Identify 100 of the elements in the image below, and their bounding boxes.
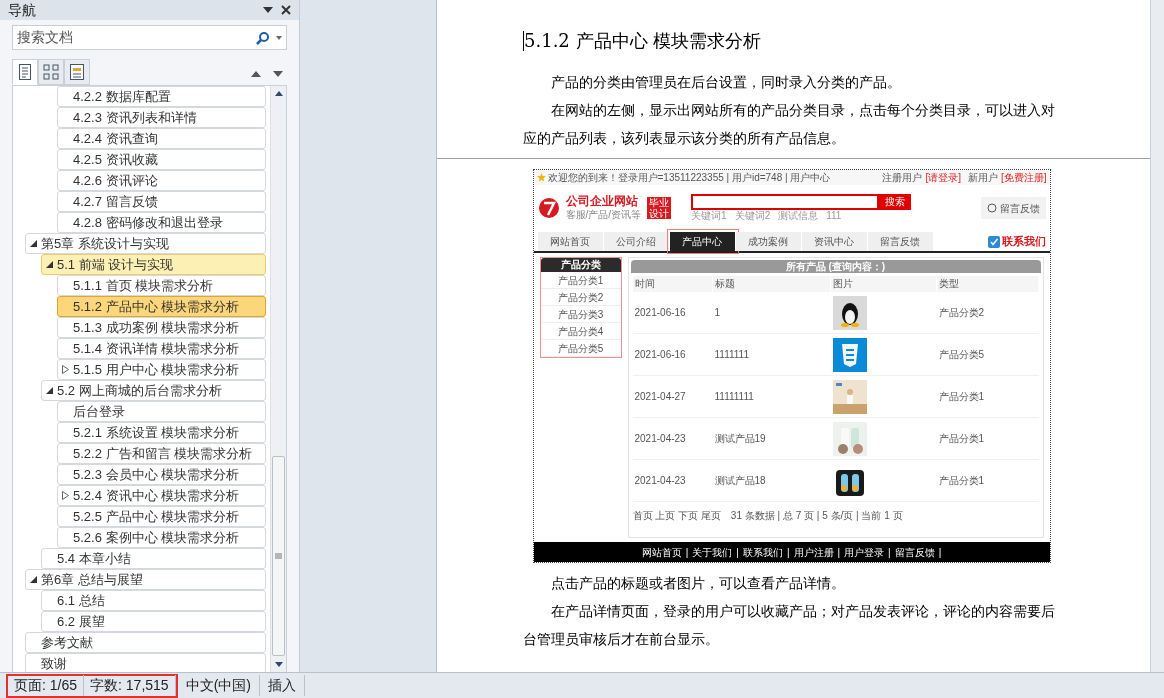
outline-item[interactable]: 5.2 网上商城的后台需求分析: [41, 380, 266, 401]
outline-item[interactable]: 第6章 总结与展望: [25, 569, 266, 590]
footer-link[interactable]: 关于我们: [692, 544, 733, 560]
status-item[interactable]: 插入: [259, 675, 305, 696]
outline-item[interactable]: 5.2.4 资讯中心 模块需求分析: [57, 485, 266, 506]
outline-item[interactable]: 后台登录: [57, 401, 266, 422]
pagination-links[interactable]: 首页 上页 下页 尾页: [632, 508, 721, 523]
logo-icon: [537, 197, 560, 219]
outline-item[interactable]: 4.2.2 数据库配置: [57, 86, 266, 107]
footer-link[interactable]: 留言反馈: [894, 544, 935, 560]
logo-name: 公司企业网站: [565, 195, 639, 208]
category-link[interactable]: 产品分类4: [540, 323, 621, 340]
close-icon[interactable]: [281, 5, 291, 15]
search-field[interactable]: [691, 194, 880, 210]
login-label: 注册用户: [882, 171, 923, 185]
search-box[interactable]: 搜索文档: [12, 25, 287, 50]
outline-item[interactable]: 4.2.5 资讯收藏: [57, 149, 266, 170]
pagination-summary: 31 条数据 | 总 7 页 | 5 条/页 | 当前 1 页: [730, 509, 903, 523]
search-field[interactable]: 搜索文档: [17, 27, 256, 48]
status-item[interactable]: 字数: 17,515: [84, 675, 176, 696]
outline-item[interactable]: 4.2.6 资讯评论: [57, 170, 266, 191]
outline-item[interactable]: 第5章 系统设计与实现: [25, 233, 266, 254]
scroll-thumb[interactable]: [272, 456, 285, 656]
table-cell: 1111111: [712, 334, 831, 376]
register-label: 新用户: [967, 171, 998, 185]
status-item[interactable]: 页面: 1/65: [8, 675, 85, 696]
outline-item[interactable]: 5.1.4 资讯详情 模块需求分析: [57, 338, 266, 359]
column-header: 标题: [712, 276, 831, 292]
category-link[interactable]: 产品分类2: [540, 289, 621, 306]
category-title: 产品分类: [540, 258, 621, 272]
next-arrow-icon[interactable]: [273, 71, 283, 77]
login-link[interactable]: [请登录]: [925, 170, 961, 185]
site-nav-tab[interactable]: 网站首页: [537, 232, 604, 251]
scrollbar[interactable]: [270, 86, 286, 672]
outline-item[interactable]: 5.1.3 成功案例 模块需求分析: [57, 317, 266, 338]
table-cell: 产品分类2: [936, 292, 1039, 334]
outline-item[interactable]: 5.4 本章小结: [41, 548, 266, 569]
outline-item[interactable]: 5.1.2 产品中心 模块需求分析: [57, 296, 266, 317]
paragraph: 在网站的左侧，显示出网站所有的产品分类目录，点击每个分类目录，可以进入对应的产品列表，该列表显示该分类的所有产品信息。: [523, 101, 1056, 148]
thumbnails-icon: [43, 64, 59, 80]
search-button[interactable]: 搜索: [879, 194, 912, 210]
outline-item[interactable]: 致谢: [25, 653, 266, 672]
outline-item[interactable]: 6.1 总结: [41, 590, 266, 611]
outline-item[interactable]: 5.1.1 首页 模块需求分析: [57, 275, 266, 296]
outline-item[interactable]: 5.2.5 产品中心 模块需求分析: [57, 506, 266, 527]
column-header: 类型: [936, 276, 1039, 292]
category-link[interactable]: 产品分类3: [540, 306, 621, 323]
outline-item[interactable]: 5.2.6 案例中心 模块需求分析: [57, 527, 266, 548]
contact-link[interactable]: 联系我们: [1001, 233, 1046, 250]
outline-item[interactable]: 5.1.5 用户中心 模块需求分析: [57, 359, 266, 380]
footer-link[interactable]: 联系我们: [742, 544, 783, 560]
view-tab[interactable]: [38, 59, 64, 85]
dropdown-icon[interactable]: [263, 7, 273, 13]
outline-item[interactable]: 参考文献: [25, 632, 266, 653]
table-cell: 产品分类1: [936, 376, 1039, 418]
footer-separator: |: [938, 545, 942, 560]
site-nav-tab[interactable]: 公司介绍: [603, 232, 670, 251]
outline-item[interactable]: 6.2 展望: [41, 611, 266, 632]
category-link[interactable]: 产品分类1: [540, 272, 621, 289]
collapsed-triangle-icon[interactable]: [62, 365, 69, 374]
expanded-triangle-icon[interactable]: [30, 240, 37, 247]
previous-arrow-icon[interactable]: [251, 71, 261, 77]
caret-icon[interactable]: [276, 35, 282, 40]
headset-icon: [986, 203, 997, 213]
expanded-triangle-icon[interactable]: [46, 387, 53, 394]
footer-link[interactable]: 网站首页: [641, 544, 682, 560]
expanded-triangle-icon[interactable]: [30, 576, 37, 583]
logo-badge: 毕业设计: [647, 197, 672, 219]
search-icon[interactable]: [256, 30, 270, 45]
table-cell: 测试产品18: [712, 460, 831, 502]
outline-item[interactable]: 5.2.2 广告和留言 模块需求分析: [57, 443, 266, 464]
category-link[interactable]: 产品分类5: [540, 340, 621, 357]
footer-link[interactable]: 用户注册: [793, 544, 834, 560]
outline-item[interactable]: 5.2.3 会员中心 模块需求分析: [57, 464, 266, 485]
outline-item[interactable]: 5.2.1 系统设置 模块需求分析: [57, 422, 266, 443]
collapsed-triangle-icon[interactable]: [62, 491, 69, 500]
vertical-scrollbar[interactable]: [1150, 0, 1164, 672]
site-nav-tab[interactable]: 产品中心: [669, 232, 736, 251]
site-nav-tab[interactable]: 成功案例: [735, 232, 802, 251]
expanded-triangle-icon[interactable]: [46, 261, 53, 268]
view-tab[interactable]: [12, 59, 38, 85]
outline-item[interactable]: 5.1 前端 设计与实现: [41, 254, 266, 275]
register-link[interactable]: [免费注册]: [1000, 170, 1047, 185]
footer-separator: |: [736, 545, 739, 560]
site-nav-tab[interactable]: 资讯中心: [801, 232, 868, 251]
outline-item[interactable]: 4.2.7 留言反馈: [57, 191, 266, 212]
paragraph: 点击产品的标题或者图片，可以查看产品详情。: [550, 574, 846, 593]
view-tab[interactable]: [64, 59, 90, 85]
table-cell: 2021-06-16: [632, 334, 713, 376]
table-cell: 1: [712, 292, 831, 334]
status-item[interactable]: 中文(中国): [177, 675, 260, 696]
table-cell: 产品分类5: [936, 334, 1039, 376]
site-nav-tab[interactable]: 留言反馈: [867, 232, 934, 251]
footer-link[interactable]: 用户登录: [844, 544, 885, 560]
table-cell: 2021-04-23: [632, 418, 713, 460]
feedback-button[interactable]: 留言反馈: [980, 197, 1046, 219]
outline-item[interactable]: 4.2.4 资讯查询: [57, 128, 266, 149]
outline-item[interactable]: 4.2.8 密码修改和退出登录: [57, 212, 266, 233]
logo-tagline: 客服/产品/资讯等: [565, 208, 642, 221]
outline-item[interactable]: 4.2.3 资讯列表和详情: [57, 107, 266, 128]
